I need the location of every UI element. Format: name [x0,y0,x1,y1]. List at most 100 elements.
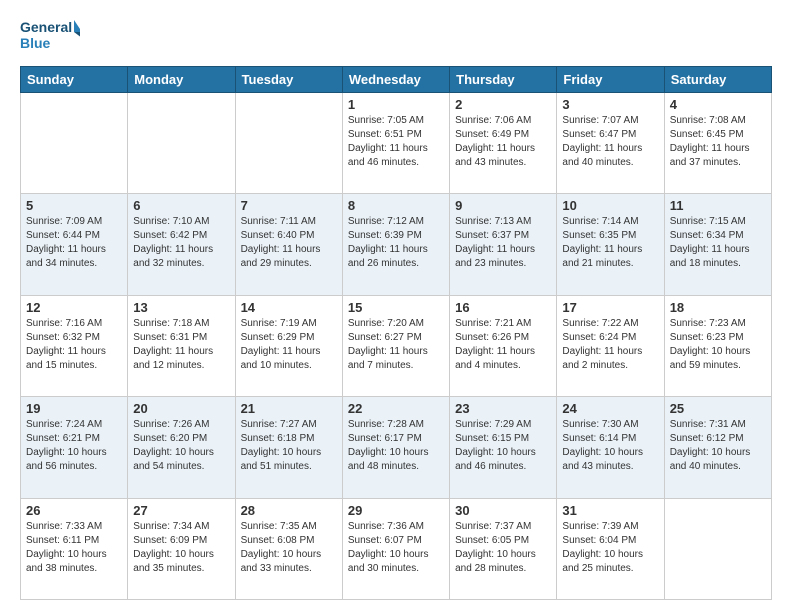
day-number: 3 [562,97,658,112]
day-number: 21 [241,401,337,416]
day-number: 7 [241,198,337,213]
svg-text:Blue: Blue [20,35,51,51]
logo: General Blue [20,16,80,56]
calendar-day-header: Thursday [450,67,557,93]
day-number: 11 [670,198,766,213]
day-info: Sunrise: 7:36 AM Sunset: 6:07 PM Dayligh… [348,520,444,576]
day-info: Sunrise: 7:11 AM Sunset: 6:40 PM Dayligh… [241,215,337,271]
day-info: Sunrise: 7:29 AM Sunset: 6:15 PM Dayligh… [455,418,551,474]
day-number: 9 [455,198,551,213]
calendar-day-header: Friday [557,67,664,93]
calendar-day-cell: 29 Sunrise: 7:36 AM Sunset: 6:07 PM Dayli… [342,498,449,599]
day-info: Sunrise: 7:10 AM Sunset: 6:42 PM Dayligh… [133,215,229,271]
calendar-day-cell: 26 Sunrise: 7:33 AM Sunset: 6:11 PM Dayli… [21,498,128,599]
calendar-day-cell: 18 Sunrise: 7:23 AM Sunset: 6:23 PM Dayli… [664,295,771,396]
day-info: Sunrise: 7:07 AM Sunset: 6:47 PM Dayligh… [562,114,658,170]
day-number: 26 [26,503,122,518]
calendar-day-cell: 7 Sunrise: 7:11 AM Sunset: 6:40 PM Daylig… [235,194,342,295]
day-number: 31 [562,503,658,518]
day-number: 16 [455,300,551,315]
calendar-day-cell: 22 Sunrise: 7:28 AM Sunset: 6:17 PM Dayli… [342,397,449,498]
day-number: 4 [670,97,766,112]
day-number: 5 [26,198,122,213]
day-info: Sunrise: 7:35 AM Sunset: 6:08 PM Dayligh… [241,520,337,576]
calendar-day-header: Tuesday [235,67,342,93]
day-info: Sunrise: 7:15 AM Sunset: 6:34 PM Dayligh… [670,215,766,271]
calendar-day-cell: 5Sunrise: 7:09 AM Sunset: 6:44 PM Daylig… [21,194,128,295]
calendar-day-cell: 28Sunrise: 7:35 AM Sunset: 6:08 PM Dayli… [235,498,342,599]
calendar-day-cell: 8 Sunrise: 7:12 AM Sunset: 6:39 PM Daylig… [342,194,449,295]
calendar-day-cell: 14 Sunrise: 7:19 AM Sunset: 6:29 PM Dayli… [235,295,342,396]
calendar-day-cell: 20 Sunrise: 7:26 AM Sunset: 6:20 PM Dayli… [128,397,235,498]
day-number: 14 [241,300,337,315]
calendar-day-cell: 30 Sunrise: 7:37 AM Sunset: 6:05 PM Dayli… [450,498,557,599]
day-number: 8 [348,198,444,213]
calendar-week-row: 1Sunrise: 7:05 AM Sunset: 6:51 PM Daylig… [21,93,772,194]
day-info: Sunrise: 7:23 AM Sunset: 6:23 PM Dayligh… [670,317,766,373]
calendar-day-cell: 10 Sunrise: 7:14 AM Sunset: 6:35 PM Dayli… [557,194,664,295]
day-info: Sunrise: 7:08 AM Sunset: 6:45 PM Dayligh… [670,114,766,170]
day-info: Sunrise: 7:28 AM Sunset: 6:17 PM Dayligh… [348,418,444,474]
day-info: Sunrise: 7:27 AM Sunset: 6:18 PM Dayligh… [241,418,337,474]
calendar-week-row: 12 Sunrise: 7:16 AM Sunset: 6:32 PM Dayli… [21,295,772,396]
day-number: 18 [670,300,766,315]
calendar-day-header: Monday [128,67,235,93]
day-number: 12 [26,300,122,315]
calendar-day-cell [21,93,128,194]
day-info: Sunrise: 7:30 AM Sunset: 6:14 PM Dayligh… [562,418,658,474]
calendar-day-cell: 3 Sunrise: 7:07 AM Sunset: 6:47 PM Daylig… [557,93,664,194]
day-info: Sunrise: 7:34 AM Sunset: 6:09 PM Dayligh… [133,520,229,576]
day-info: Sunrise: 7:14 AM Sunset: 6:35 PM Dayligh… [562,215,658,271]
calendar-day-cell: 12 Sunrise: 7:16 AM Sunset: 6:32 PM Dayli… [21,295,128,396]
calendar-day-cell: 11 Sunrise: 7:15 AM Sunset: 6:34 PM Dayli… [664,194,771,295]
day-info: Sunrise: 7:12 AM Sunset: 6:39 PM Dayligh… [348,215,444,271]
day-number: 2 [455,97,551,112]
day-info: Sunrise: 7:26 AM Sunset: 6:20 PM Dayligh… [133,418,229,474]
day-info: Sunrise: 7:19 AM Sunset: 6:29 PM Dayligh… [241,317,337,373]
day-number: 24 [562,401,658,416]
day-info: Sunrise: 7:37 AM Sunset: 6:05 PM Dayligh… [455,520,551,576]
calendar-day-cell: 4 Sunrise: 7:08 AM Sunset: 6:45 PM Daylig… [664,93,771,194]
day-number: 30 [455,503,551,518]
day-number: 27 [133,503,229,518]
day-info: Sunrise: 7:16 AM Sunset: 6:32 PM Dayligh… [26,317,122,373]
day-number: 17 [562,300,658,315]
calendar-week-row: 19Sunrise: 7:24 AM Sunset: 6:21 PM Dayli… [21,397,772,498]
day-info: Sunrise: 7:06 AM Sunset: 6:49 PM Dayligh… [455,114,551,170]
day-info: Sunrise: 7:21 AM Sunset: 6:26 PM Dayligh… [455,317,551,373]
calendar-header-row: SundayMondayTuesdayWednesdayThursdayFrid… [21,67,772,93]
day-info: Sunrise: 7:13 AM Sunset: 6:37 PM Dayligh… [455,215,551,271]
day-number: 10 [562,198,658,213]
day-number: 13 [133,300,229,315]
calendar-day-cell: 31 Sunrise: 7:39 AM Sunset: 6:04 PM Dayli… [557,498,664,599]
day-info: Sunrise: 7:24 AM Sunset: 6:21 PM Dayligh… [26,418,122,474]
calendar-day-cell [664,498,771,599]
day-number: 6 [133,198,229,213]
day-info: Sunrise: 7:31 AM Sunset: 6:12 PM Dayligh… [670,418,766,474]
day-number: 29 [348,503,444,518]
day-number: 1 [348,97,444,112]
calendar-day-cell: 27 Sunrise: 7:34 AM Sunset: 6:09 PM Dayli… [128,498,235,599]
day-number: 23 [455,401,551,416]
day-info: Sunrise: 7:22 AM Sunset: 6:24 PM Dayligh… [562,317,658,373]
calendar-day-cell: 13 Sunrise: 7:18 AM Sunset: 6:31 PM Dayli… [128,295,235,396]
calendar-week-row: 26 Sunrise: 7:33 AM Sunset: 6:11 PM Dayli… [21,498,772,599]
calendar-day-header: Wednesday [342,67,449,93]
calendar-day-cell: 24 Sunrise: 7:30 AM Sunset: 6:14 PM Dayli… [557,397,664,498]
day-info: Sunrise: 7:33 AM Sunset: 6:11 PM Dayligh… [26,520,122,576]
calendar-day-cell: 1Sunrise: 7:05 AM Sunset: 6:51 PM Daylig… [342,93,449,194]
day-number: 22 [348,401,444,416]
svg-text:General: General [20,19,72,35]
calendar-day-cell [235,93,342,194]
day-info: Sunrise: 7:39 AM Sunset: 6:04 PM Dayligh… [562,520,658,576]
page-container: General Blue SundayMondayTuesdayWednesda… [0,0,792,612]
calendar-day-cell: 16 Sunrise: 7:21 AM Sunset: 6:26 PM Dayli… [450,295,557,396]
day-info: Sunrise: 7:18 AM Sunset: 6:31 PM Dayligh… [133,317,229,373]
calendar-day-cell [128,93,235,194]
calendar-day-cell: 23 Sunrise: 7:29 AM Sunset: 6:15 PM Dayli… [450,397,557,498]
calendar-day-cell: 19Sunrise: 7:24 AM Sunset: 6:21 PM Dayli… [21,397,128,498]
calendar-day-cell: 15Sunrise: 7:20 AM Sunset: 6:27 PM Dayli… [342,295,449,396]
day-number: 20 [133,401,229,416]
calendar-table: SundayMondayTuesdayWednesdayThursdayFrid… [20,66,772,600]
page-header: General Blue [20,16,772,56]
